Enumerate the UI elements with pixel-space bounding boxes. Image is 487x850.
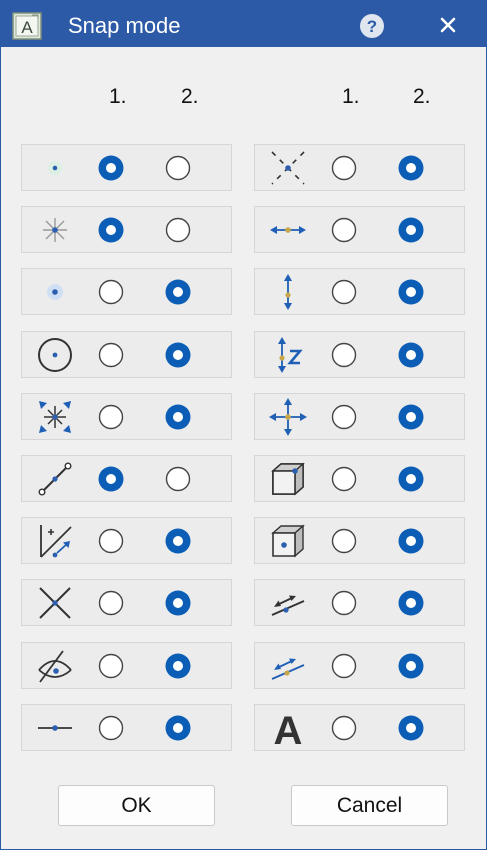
- right-radio-col2[interactable]: [397, 714, 425, 742]
- right-radio-col2[interactable]: [397, 589, 425, 617]
- left-radio-col1[interactable]: [97, 652, 125, 680]
- line-segment-icon: [38, 462, 72, 496]
- right-radio-col2[interactable]: [397, 216, 425, 244]
- title-bar[interactable]: A Snap mode ?: [1, 1, 486, 47]
- right-radio-col2[interactable]: [397, 652, 425, 680]
- point-highlight-icon: [47, 284, 63, 300]
- left-column-1-header: 1.: [109, 85, 127, 108]
- left-column-2-header: 2.: [181, 85, 199, 108]
- dashed-cross-icon: [271, 151, 305, 185]
- help-button[interactable]: ?: [356, 10, 388, 42]
- left-radio-col1[interactable]: [97, 527, 125, 555]
- right-radio-col2[interactable]: [397, 341, 425, 369]
- svg-text:A: A: [21, 18, 33, 37]
- left-radio-col2[interactable]: [164, 589, 192, 617]
- left-radio-col2[interactable]: [164, 714, 192, 742]
- text-snap-glyph: A: [274, 709, 303, 748]
- left-radio-col1[interactable]: [97, 714, 125, 742]
- dialog-title: Snap mode: [68, 13, 181, 38]
- close-button[interactable]: [431, 10, 465, 42]
- right-radio-col2[interactable]: [397, 154, 425, 182]
- right-radio-col1[interactable]: [330, 403, 358, 431]
- right-radio-col2[interactable]: [397, 403, 425, 431]
- left-radio-col2[interactable]: [164, 465, 192, 493]
- right-radio-col2[interactable]: [397, 527, 425, 555]
- cross-intersection-icon: [39, 587, 71, 619]
- right-radio-col1[interactable]: [330, 341, 358, 369]
- left-radio-col2[interactable]: [164, 403, 192, 431]
- point-snap-icon: [48, 161, 62, 175]
- z-axis-arrows-icon: [278, 337, 303, 373]
- cancel-button[interactable]: Cancel: [291, 785, 448, 826]
- right-radio-col2[interactable]: [397, 278, 425, 306]
- line-perpendicular-icon: [271, 595, 305, 616]
- snap-mode-dialog: A Snap mode ? 1. 2. 1. 2. A OK Cancel: [0, 0, 487, 850]
- left-radio-col2[interactable]: [164, 154, 192, 182]
- cube-face-point-icon: [271, 524, 305, 558]
- right-radio-col2[interactable]: [397, 465, 425, 493]
- cube-edge-point-icon: [271, 462, 305, 496]
- left-radio-col1[interactable]: [97, 154, 125, 182]
- right-radio-col1[interactable]: [330, 714, 358, 742]
- endpoint-star-icon: [43, 218, 67, 242]
- left-radio-col2[interactable]: [164, 652, 192, 680]
- left-radio-col1[interactable]: [97, 589, 125, 617]
- line-midpoint-icon: [38, 725, 72, 731]
- right-radio-col1[interactable]: [330, 527, 358, 555]
- right-radio-col1[interactable]: [330, 154, 358, 182]
- help-icon: ?: [367, 17, 377, 36]
- right-radio-col1[interactable]: [330, 216, 358, 244]
- right-column-1-header: 1.: [342, 85, 360, 108]
- left-radio-col1[interactable]: [97, 403, 125, 431]
- eye-view-icon: [38, 650, 72, 683]
- left-radio-col2[interactable]: [164, 278, 192, 306]
- relative-offset-icon: [40, 525, 72, 558]
- right-radio-col1[interactable]: [330, 465, 358, 493]
- line-parallel-icon: [271, 658, 305, 680]
- horizontal-arrows-icon: [270, 226, 306, 234]
- right-column-2-header: 2.: [413, 85, 431, 108]
- left-radio-col2[interactable]: [164, 341, 192, 369]
- app-icon: A: [12, 12, 42, 40]
- left-radio-col1[interactable]: [97, 216, 125, 244]
- intersection-arrows-icon: [39, 401, 71, 433]
- text-snap-icon: A: [274, 709, 303, 748]
- right-radio-col1[interactable]: [330, 652, 358, 680]
- close-icon: [440, 17, 456, 33]
- ok-button[interactable]: OK: [58, 785, 215, 826]
- left-radio-col1[interactable]: [97, 465, 125, 493]
- left-radio-col1[interactable]: [97, 341, 125, 369]
- vertical-arrows-icon: [284, 274, 292, 310]
- circle-center-icon: [38, 338, 72, 372]
- right-radio-col1[interactable]: [330, 589, 358, 617]
- right-radio-col1[interactable]: [330, 278, 358, 306]
- left-radio-col1[interactable]: [97, 278, 125, 306]
- left-radio-col2[interactable]: [164, 527, 192, 555]
- left-radio-col2[interactable]: [164, 216, 192, 244]
- four-way-arrows-icon: [269, 398, 307, 436]
